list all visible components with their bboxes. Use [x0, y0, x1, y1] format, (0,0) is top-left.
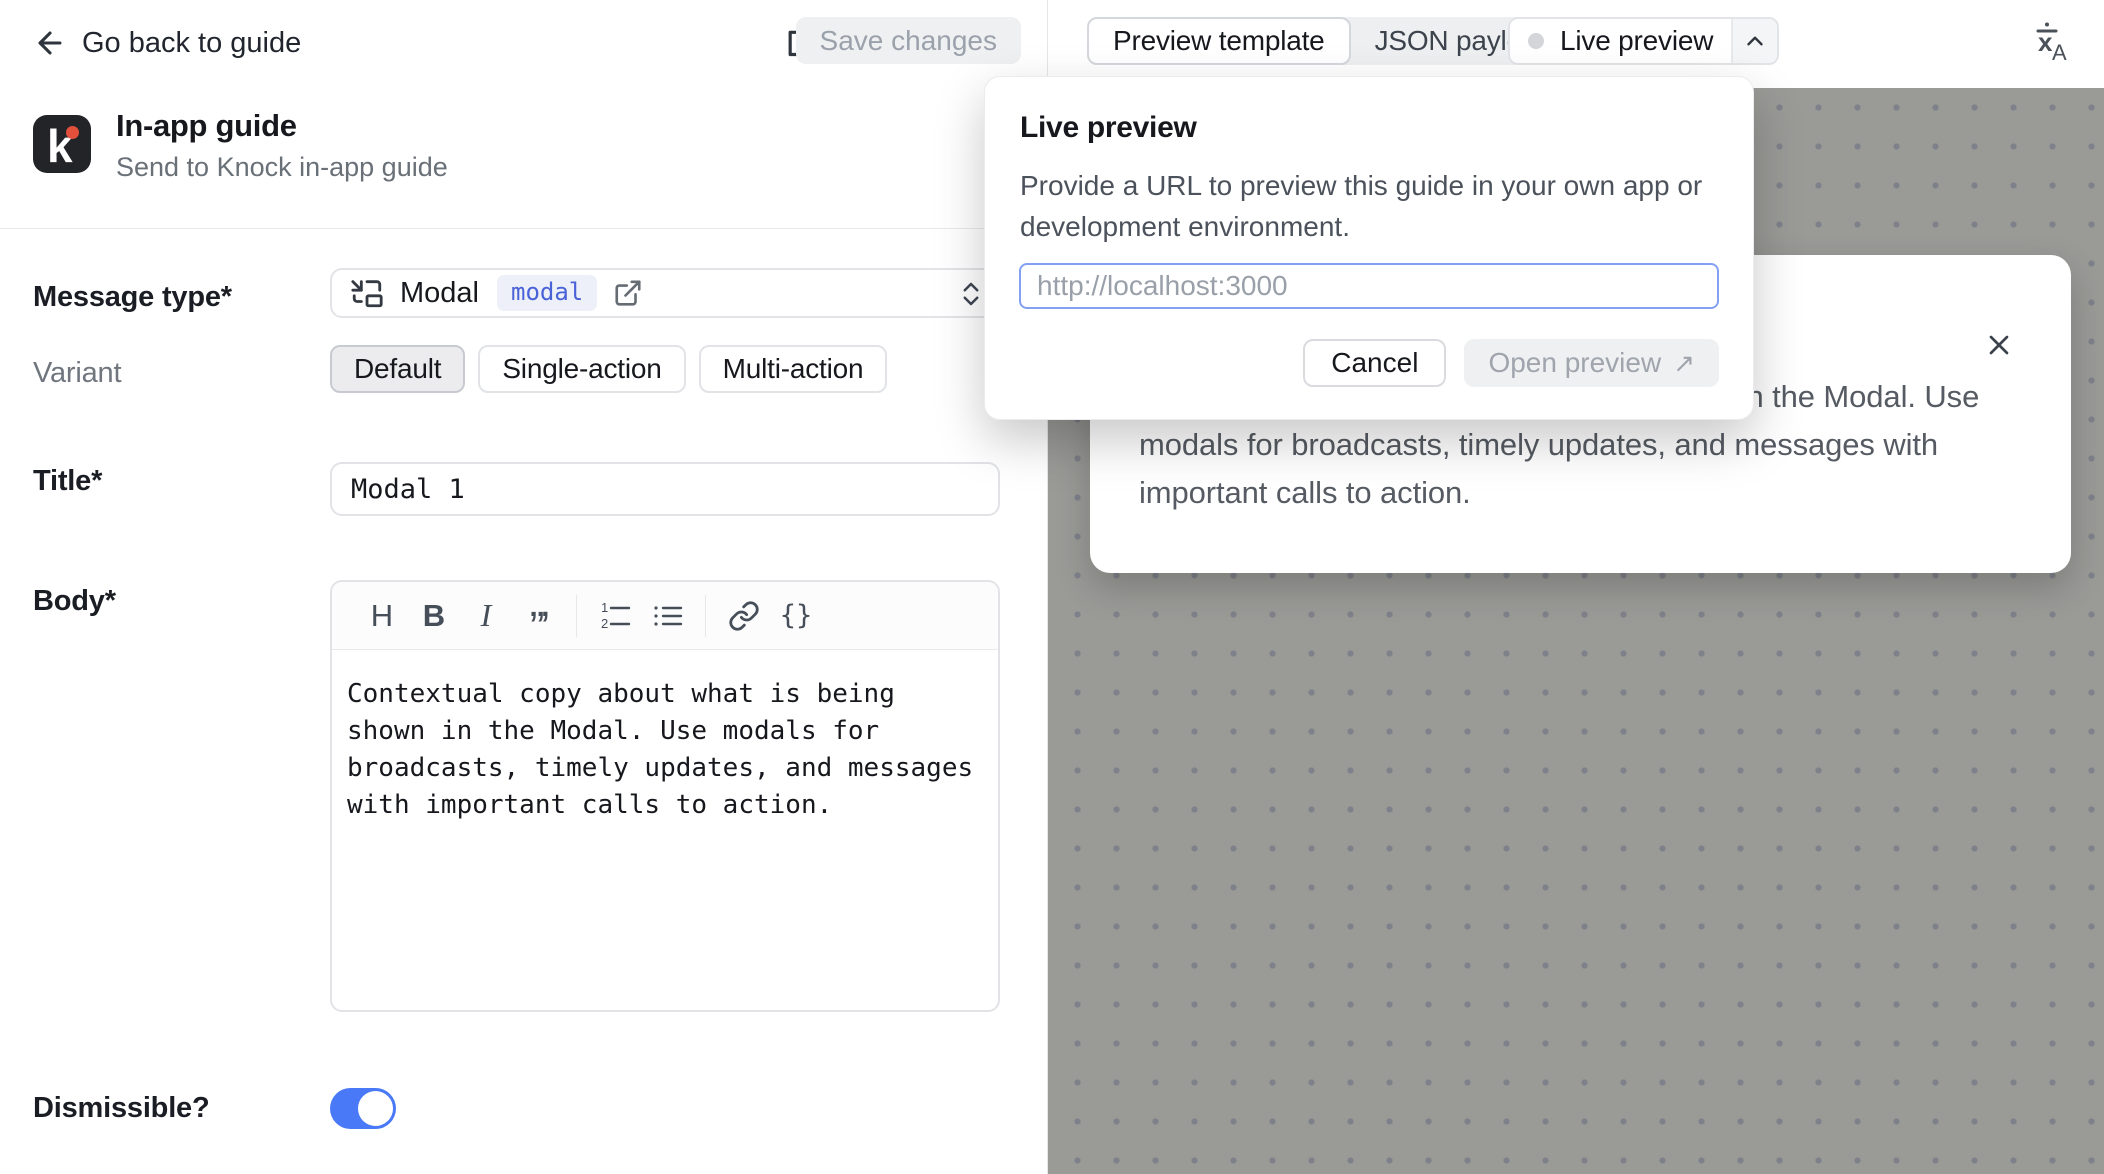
editor-toolbar: H B I ”’ 12 {} [332, 582, 998, 650]
svg-text:A: A [2052, 40, 2067, 64]
body-line: broadcasts, timely updates, and messages [347, 750, 983, 787]
arrow-left-icon [33, 26, 67, 60]
variant-default-button[interactable]: Default [330, 345, 465, 393]
knock-logo-dot [66, 126, 79, 139]
open-preview-button[interactable]: Open preview ↗ [1464, 339, 1719, 387]
preview-mode-tabs: Preview template JSON payload [1087, 17, 1577, 65]
editor-pane: Go back to guide Save changes k In-app g… [0, 0, 1048, 1174]
close-icon[interactable] [1981, 327, 2017, 363]
live-preview-popover: Live preview Provide a URL to preview th… [984, 76, 1754, 420]
modal-type-icon [350, 276, 384, 310]
chevron-up-icon [1742, 28, 1768, 54]
popover-actions: Cancel Open preview ↗ [1303, 339, 1719, 387]
body-line: shown in the Modal. Use modals for [347, 713, 983, 750]
variables-icon[interactable]: {} [770, 586, 822, 646]
popover-description: Provide a URL to preview this guide in y… [1020, 165, 1720, 247]
variant-single-action-button[interactable]: Single-action [478, 345, 685, 393]
dismissible-toggle[interactable] [330, 1088, 396, 1129]
page-subtitle: Send to Knock in-app guide [116, 152, 448, 183]
popover-description-line: development environment. [1020, 206, 1720, 247]
title-input[interactable] [330, 462, 1000, 516]
in-app-guide-editor: Go back to guide Save changes k In-app g… [0, 0, 2104, 1174]
message-type-select[interactable]: Modal modal [330, 268, 1000, 318]
preview-line: modals for broadcasts, timely updates, a… [1139, 421, 2039, 469]
svg-text:1: 1 [601, 600, 608, 615]
preview-url-input[interactable] [1019, 263, 1719, 309]
toolbar-divider [576, 595, 577, 637]
page-title: In-app guide [116, 108, 297, 144]
save-changes-button[interactable]: Save changes [796, 17, 1021, 64]
italic-icon[interactable]: I [460, 586, 512, 646]
cancel-button[interactable]: Cancel [1303, 339, 1446, 387]
message-type-badge: modal [497, 275, 597, 311]
message-type-label: Message type* [33, 281, 232, 314]
quote-icon[interactable]: ”’ [512, 586, 564, 646]
arrow-up-right-icon: ↗ [1673, 348, 1695, 379]
body-editor-content[interactable]: Contextual copy about what is being show… [332, 650, 998, 850]
popover-description-line: Provide a URL to preview this guide in y… [1020, 165, 1720, 206]
translate-icon: x A [2026, 20, 2070, 64]
status-dot [1528, 33, 1544, 49]
back-link-label: Go back to guide [82, 27, 301, 60]
bold-icon[interactable]: B [408, 586, 460, 646]
live-preview-label: Live preview [1560, 25, 1713, 57]
back-link[interactable]: Go back to guide [33, 26, 301, 60]
external-link-icon[interactable] [613, 278, 643, 308]
live-preview-button[interactable]: Live preview [1508, 17, 1779, 65]
variant-multi-action-button[interactable]: Multi-action [699, 345, 888, 393]
link-icon[interactable] [718, 586, 770, 646]
svg-text:2: 2 [601, 616, 608, 631]
body-editor: H B I ”’ 12 {} Contextual copy about wha… [330, 580, 1000, 1012]
tab-preview-template[interactable]: Preview template [1087, 17, 1351, 65]
header-divider [0, 228, 1047, 229]
heading-icon[interactable]: H [356, 586, 408, 646]
popover-title: Live preview [1020, 111, 1197, 145]
toolbar-divider [705, 595, 706, 637]
preview-line: important calls to action. [1139, 469, 2039, 517]
body-line: with important calls to action. [347, 787, 983, 824]
live-preview-collapse[interactable] [1731, 19, 1777, 63]
chevrons-up-down-icon [956, 279, 986, 309]
variant-label: Variant [33, 357, 121, 390]
dismissible-label: Dismissible? [33, 1092, 210, 1125]
knock-logo: k [33, 115, 91, 173]
title-label: Title* [33, 465, 102, 498]
variant-group: Default Single-action Multi-action [330, 345, 887, 393]
ordered-list-icon[interactable]: 12 [589, 586, 641, 646]
open-preview-label: Open preview [1488, 347, 1661, 379]
live-preview-main[interactable]: Live preview [1510, 19, 1731, 63]
body-label: Body* [33, 585, 116, 618]
bullet-list-icon[interactable] [641, 586, 693, 646]
toggle-knob [358, 1091, 393, 1126]
svg-text:x: x [2038, 27, 2053, 57]
body-line: Contextual copy about what is being [347, 676, 983, 713]
translate-button[interactable]: x A [2024, 20, 2072, 64]
message-type-value: Modal [400, 277, 479, 310]
